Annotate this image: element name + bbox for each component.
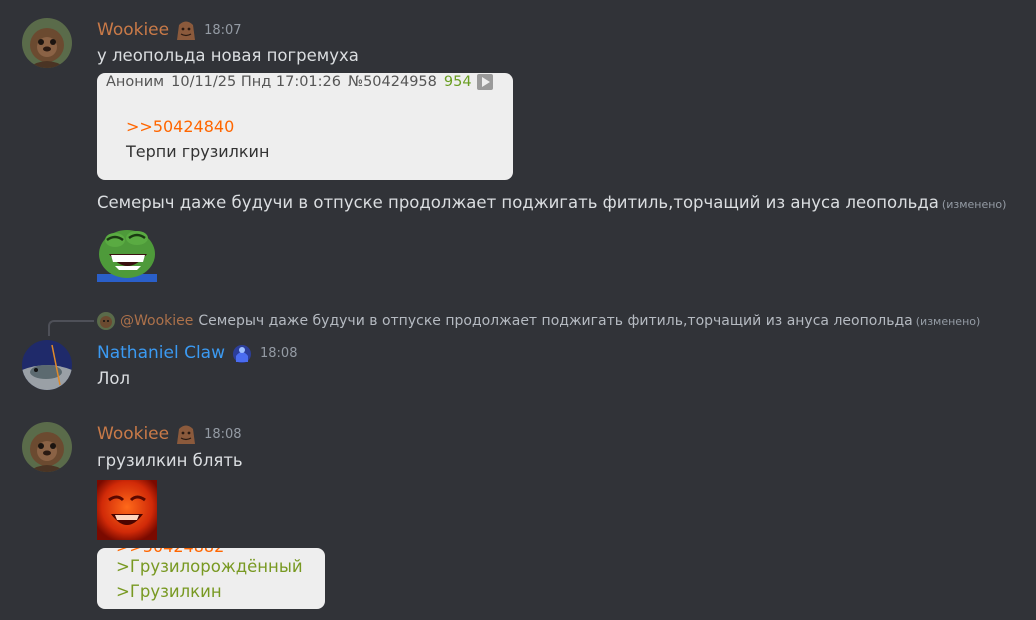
post-header: Аноним 10/11/25 Пнд 17:01:26 №50424958 9… (106, 74, 493, 90)
imageboard-post-embed[interactable]: Аноним 10/11/25 Пнд 17:01:26 №50424958 9… (97, 73, 513, 180)
nathaniel-avatar[interactable] (22, 340, 72, 390)
greentext-line-1: >Грузилорождённый (116, 557, 303, 576)
laughing-face-image[interactable] (97, 480, 157, 540)
wookiee-avatar[interactable] (22, 18, 72, 68)
reply-edited-label: (изменено) (915, 314, 981, 328)
username[interactable]: Wookiee (97, 424, 169, 444)
pepe-laugh-emoji[interactable] (97, 222, 157, 282)
imageboard-greentext-embed[interactable]: >>50424882 >Грузилорождённый >Грузилкин (97, 548, 325, 609)
message-text: у леопольда новая погремуха (97, 46, 359, 65)
post-author: Аноним (106, 74, 165, 90)
timestamp: 18:07 (204, 22, 242, 38)
wookiee-mini-avatar (97, 312, 115, 330)
username[interactable]: Wookiee (97, 20, 169, 40)
play-icon[interactable] (476, 74, 493, 90)
partial-reply-link[interactable]: >>50424882 (116, 548, 224, 556)
post-number: №50424958 (348, 74, 437, 90)
reply-connector (48, 320, 94, 336)
reply-reference[interactable]: @Wookiee Семерыч даже будучи в отпуске п… (97, 312, 980, 330)
reply-mention[interactable]: @Wookiee (120, 313, 193, 329)
reply-count: 954 (443, 74, 472, 90)
timestamp: 18:08 (260, 345, 298, 361)
wookiee-role-icon (174, 19, 198, 41)
nathaniel-role-icon (230, 342, 254, 364)
message-text-content: Семерыч даже будучи в отпуске продолжает… (97, 193, 939, 212)
post-body: Терпи грузилкин (126, 142, 270, 161)
username[interactable]: Nathaniel Claw (97, 343, 225, 363)
message-text-2: Семерыч даже будучи в отпуске продолжает… (97, 193, 1006, 212)
timestamp: 18:08 (204, 426, 242, 442)
post-reply-link[interactable]: >>50424840 (126, 117, 234, 136)
greentext-line-2: >Грузилкин (116, 582, 222, 601)
reply-preview-text: Семерыч даже будучи в отпуске продолжает… (198, 313, 913, 329)
message-text: Лол (97, 369, 131, 388)
message-text: грузилкин блять (97, 451, 243, 470)
wookiee-role-icon (174, 423, 198, 445)
edited-label: (изменено) (941, 198, 1007, 211)
wookiee-avatar[interactable] (22, 422, 72, 472)
post-date: 10/11/25 Пнд 17:01:26 (171, 74, 341, 90)
